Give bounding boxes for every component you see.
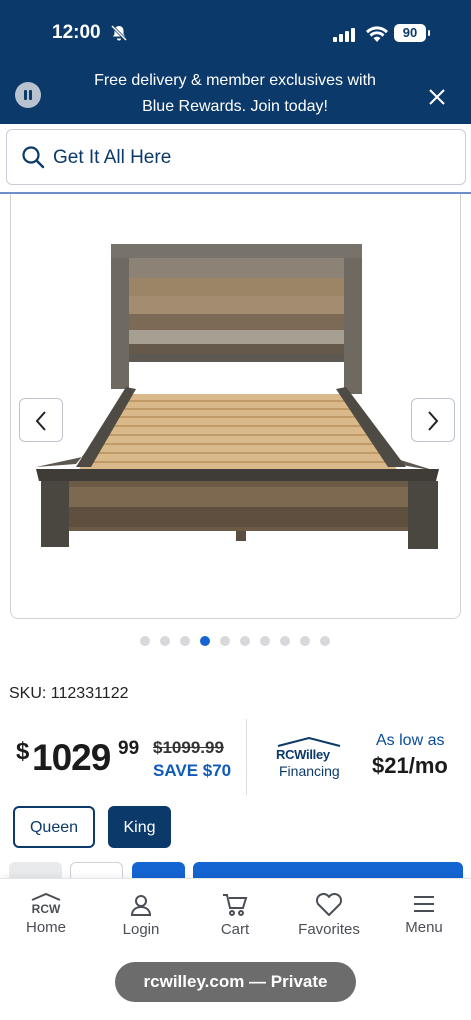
rcw-home-logo-icon: RCW	[31, 893, 61, 915]
tab-favorites-label: Favorites	[298, 921, 360, 938]
tab-cart[interactable]: Cart	[195, 893, 275, 938]
search-icon	[22, 146, 45, 169]
cell-signal-icon	[333, 28, 355, 42]
gallery-dot[interactable]	[280, 636, 290, 646]
promo-line-1: Free delivery & member exclusives with	[94, 72, 376, 89]
tab-menu[interactable]: Menu	[384, 893, 464, 936]
original-price: $1099.99	[153, 738, 224, 757]
pause-icon[interactable]	[15, 82, 41, 108]
financing-brand[interactable]: RCWilley	[276, 747, 342, 762]
product-image[interactable]	[36, 239, 446, 554]
browser-url-bar[interactable]: rcwilley.com — Private	[115, 962, 356, 1002]
gallery-prev-button[interactable]	[19, 398, 63, 442]
promo-text[interactable]: Free delivery & member exclusives with B…	[60, 68, 410, 120]
hamburger-menu-icon	[414, 896, 434, 912]
product-sku: SKU: 112331122	[9, 685, 129, 702]
gallery-dot[interactable]	[180, 636, 190, 646]
financing-label[interactable]: Financing	[279, 763, 340, 779]
tab-home-label: Home	[25, 919, 66, 936]
chevron-right-icon	[428, 411, 439, 431]
tab-favorites[interactable]: Favorites	[289, 893, 369, 938]
size-option-queen[interactable]: Queen	[13, 806, 95, 848]
as-low-as-label: As low as	[376, 732, 445, 749]
tab-menu-label: Menu	[405, 919, 443, 936]
price-whole: 1029	[32, 737, 111, 778]
wifi-icon	[366, 26, 388, 42]
rcwilley-logo-icon	[277, 737, 341, 747]
status-time: 12:00	[52, 22, 101, 43]
bell-muted-icon	[110, 24, 128, 42]
user-icon	[130, 895, 152, 916]
gallery-dot[interactable]	[220, 636, 230, 646]
tab-home[interactable]: RCW Home	[6, 893, 86, 936]
tab-cart-label: Cart	[220, 921, 250, 938]
battery-icon: 90	[394, 24, 430, 42]
promo-banner[interactable]: Free delivery & member exclusives with B…	[0, 62, 471, 124]
close-icon[interactable]	[428, 88, 446, 106]
heart-icon	[315, 893, 343, 916]
tab-login-label: Login	[122, 921, 160, 938]
search-bar: Get It All Here	[0, 124, 471, 194]
gallery-dot-active[interactable]	[200, 636, 210, 646]
status-bar: 12:00 90	[0, 0, 471, 62]
search-placeholder: Get It All Here	[53, 147, 172, 168]
cart-icon	[223, 894, 248, 916]
price-currency: $	[16, 738, 30, 765]
home-logo-text: RCW	[32, 902, 61, 915]
gallery-dot[interactable]	[240, 636, 250, 646]
size-option-king[interactable]: King	[108, 806, 171, 848]
chevron-left-icon	[35, 411, 46, 431]
gallery-dot[interactable]	[160, 636, 170, 646]
monthly-payment: $21/mo	[372, 753, 448, 778]
gallery-next-button[interactable]	[411, 398, 455, 442]
gallery-dot[interactable]	[300, 636, 310, 646]
gallery-dot[interactable]	[260, 636, 270, 646]
gallery-dot[interactable]	[320, 636, 330, 646]
gallery-dot[interactable]	[140, 636, 150, 646]
tab-login[interactable]: Login	[101, 893, 181, 938]
price-cents: 99	[118, 738, 140, 759]
price-section: $ 1029 99 $1099.99 SAVE $70 RCWilley Fin…	[0, 717, 471, 797]
search-input[interactable]: Get It All Here	[6, 129, 466, 185]
savings-badge: SAVE $70	[153, 761, 232, 780]
promo-line-2: Blue Rewards. Join today!	[142, 98, 328, 115]
divider	[246, 719, 247, 795]
product-image-gallery[interactable]	[10, 194, 461, 619]
